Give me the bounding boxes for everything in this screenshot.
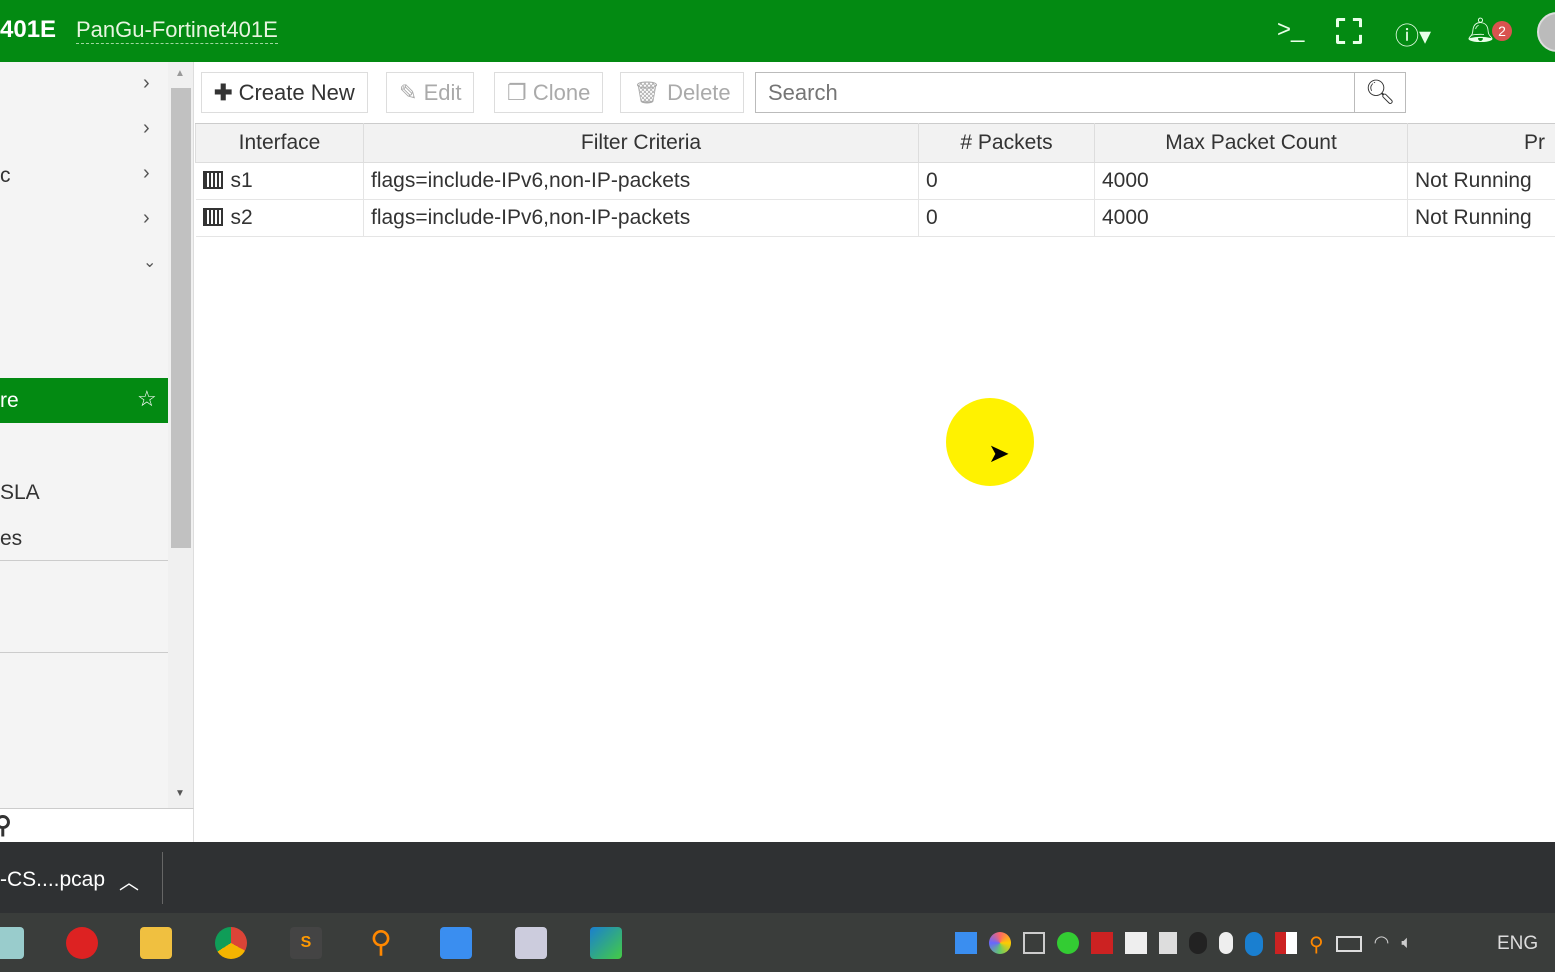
wireshark-icon[interactable] [590,927,622,959]
download-bar: -CS....pcap ︿ [0,842,1555,913]
column-header-interface[interactable]: Interface [195,123,364,163]
chrome-icon[interactable] [215,927,247,959]
clone-icon: ❐ [507,80,527,105]
divider [0,560,168,561]
column-header-packets[interactable]: # Packets [918,123,1095,163]
help-icon[interactable]: ⓘ▾ [1395,16,1431,51]
button-label: Delete [667,80,731,105]
sidebar-item-selected[interactable]: re ☆ [0,378,168,423]
star-icon[interactable]: ☆ [137,386,157,412]
device-model: 401E [0,16,57,43]
search-button[interactable]: 🔍︎ [1354,72,1406,113]
cursor-highlight: ➤ [946,398,1034,486]
top-header: 401E PanGu-Fortinet401E >_ ⓘ▾ 🔔︎ 2 [0,0,1555,62]
app-tray-icon[interactable] [955,932,977,954]
mail-tray-icon[interactable] [1091,932,1113,954]
chevron-right-icon[interactable]: › [143,117,150,140]
chevron-right-icon[interactable]: › [143,72,150,95]
app-icon[interactable] [0,927,24,959]
file-explorer-icon[interactable] [140,927,172,959]
search-tray-icon[interactable]: ⚲ [1309,932,1324,958]
bell-icon[interactable]: 🔔︎ [1465,16,1495,45]
scrollbar-thumb[interactable] [171,88,191,548]
search-app-icon[interactable]: ⚲ [365,927,397,959]
create-new-button[interactable]: ✚ Create New [201,72,368,113]
chevron-right-icon[interactable]: › [143,162,150,185]
search-input[interactable] [755,72,1355,113]
battery-icon[interactable] [1335,936,1362,952]
qq-icon[interactable] [1189,932,1207,954]
edit-button[interactable]: ✎ Edit [386,72,475,113]
packets-cell: 0 [918,199,1095,237]
table-row[interactable]: s2 flags=include-IPv6,non-IP-packets 0 4… [195,199,1555,237]
trash-icon: 🗑︎ [633,80,661,105]
sidebar-item-label[interactable]: c [0,164,11,188]
filter-cell: flags=include-IPv6,non-IP-packets [363,199,919,237]
cli-console-icon[interactable]: >_ [1277,16,1304,44]
app-tray-icon[interactable] [989,932,1011,954]
progress-cell: Not Running [1407,199,1555,237]
hostname-link[interactable]: PanGu-Fortinet401E [76,17,278,44]
clone-button[interactable]: ❐ Clone [494,72,604,113]
sidebar-item-label: re [0,389,19,412]
search-icon: 🔍︎ [1364,79,1396,106]
sidebar-search[interactable]: ⚲ [0,808,194,842]
chevron-down-icon[interactable]: ⌄ [143,252,156,272]
interface-name: s1 [230,169,253,192]
divider [162,852,163,904]
packet-capture-table: Interface Filter Criteria # Packets Max … [195,123,1555,237]
app-icon[interactable] [515,927,547,959]
button-label: Create New [238,80,355,105]
interface-port-icon [202,171,223,189]
microphone-icon[interactable] [1219,932,1233,954]
download-file-name[interactable]: -CS....pcap [0,868,105,892]
table-header-row: Interface Filter Criteria # Packets Max … [195,123,1555,163]
mouse-pointer-icon: ➤ [988,438,1010,468]
packets-cell: 0 [918,162,1095,200]
system-tray: ⚲ ◠ 🔈︎ [955,932,1425,958]
film-tray-icon[interactable] [1159,932,1177,954]
column-header-max[interactable]: Max Packet Count [1094,123,1408,163]
search-icon[interactable]: ⚲ [0,811,12,840]
wifi-icon[interactable]: ◠ [1374,932,1390,958]
interface-port-icon [202,208,223,226]
security-shield-icon[interactable] [1275,932,1297,954]
app-icon[interactable] [66,927,98,959]
bluetooth-icon[interactable] [1245,932,1263,956]
delete-button[interactable]: 🗑︎ Delete [620,72,744,113]
button-label: Edit [423,80,462,105]
sidebar: › › c › › ⌄ re ☆ SLA es [0,62,168,808]
filter-cell: flags=include-IPv6,non-IP-packets [363,162,919,200]
fullscreen-icon[interactable] [1336,18,1362,44]
sublime-icon[interactable]: S [290,927,322,959]
app-icon[interactable] [440,927,472,959]
sidebar-item-label[interactable]: es [0,527,22,551]
volume-icon[interactable]: 🔈︎ [1401,932,1412,958]
chevron-right-icon[interactable]: › [143,207,150,230]
copy-tray-icon[interactable] [1023,932,1045,954]
sidebar-item-label[interactable]: SLA [0,481,40,505]
table-row[interactable]: s1 flags=include-IPv6,non-IP-packets 0 4… [195,162,1555,200]
divider [0,652,168,653]
chevron-up-icon[interactable]: ︿ [119,866,139,895]
column-header-filter[interactable]: Filter Criteria [363,123,919,163]
app-tray-icon[interactable] [1125,932,1147,954]
user-avatar[interactable] [1537,12,1555,52]
wechat-icon[interactable] [1057,932,1079,954]
plus-icon: ✚ [214,80,233,105]
max-cell: 4000 [1094,162,1408,200]
pencil-icon: ✎ [399,80,418,105]
language-indicator[interactable]: ENG [1497,933,1538,955]
max-cell: 4000 [1094,199,1408,237]
sidebar-scrollbar[interactable]: ▲ ▼ [168,62,194,808]
button-label: Clone [532,80,591,105]
notification-badge: 2 [1492,21,1512,41]
progress-cell: Not Running [1407,162,1555,200]
column-header-progress[interactable]: Pr [1407,123,1555,163]
interface-name: s2 [230,206,253,229]
